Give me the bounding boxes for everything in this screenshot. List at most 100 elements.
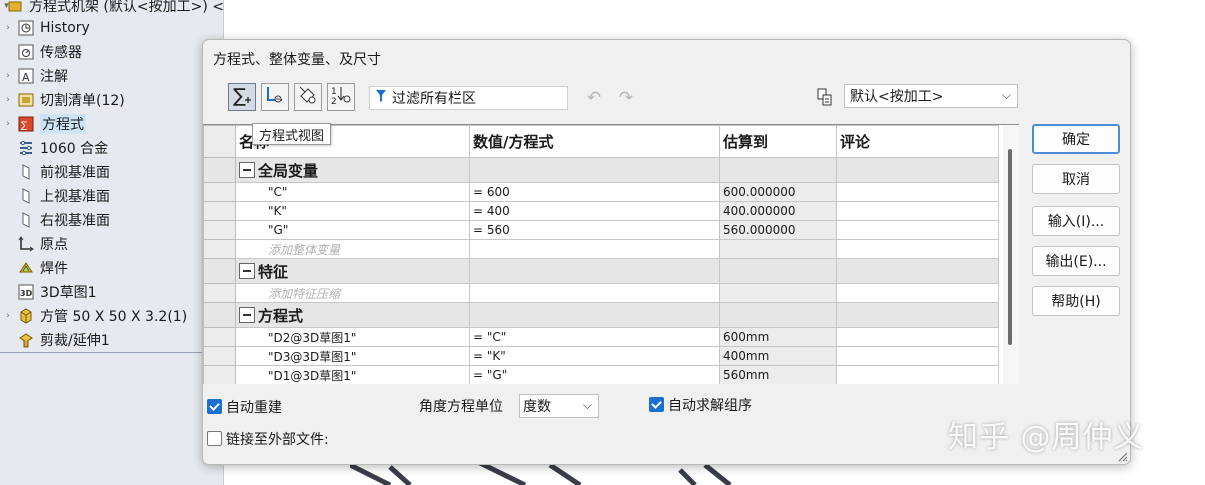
- section-header[interactable]: 特征: [235, 258, 470, 284]
- expand-arrow-icon[interactable]: ›: [2, 71, 14, 81]
- tree-item-sensors[interactable]: 传感器: [0, 40, 223, 64]
- tree-item-material[interactable]: 1060 合金: [0, 136, 223, 160]
- add-feature-suppression-cell[interactable]: 添加特征压缩: [235, 283, 470, 303]
- tree-item-label: 右视基准面: [40, 213, 110, 229]
- tree-item-structural-member[interactable]: › 方管 50 X 50 X 3.2(1): [0, 304, 223, 328]
- collapse-icon[interactable]: [239, 306, 255, 323]
- cancel-button[interactable]: 取消: [1032, 164, 1120, 194]
- redo-button[interactable]: ↷: [615, 87, 637, 109]
- undo-button[interactable]: ↶: [583, 87, 605, 109]
- table-row[interactable]: "K" = 400 400.000000: [203, 201, 999, 221]
- dialog-title: 方程式、整体变量、及尺寸: [213, 52, 381, 68]
- tree-item-right-plane[interactable]: 右视基准面: [0, 208, 223, 232]
- svg-text:3D: 3D: [20, 289, 33, 298]
- filter-placeholder: 过滤所有栏区: [392, 91, 476, 107]
- variable-value[interactable]: = 560: [469, 220, 720, 240]
- tree-item-label: 焊件: [40, 261, 68, 277]
- angle-unit-value: 度数: [523, 399, 551, 415]
- equation-view-button[interactable]: ∑: [228, 83, 256, 111]
- comment-cell[interactable]: [836, 327, 999, 347]
- equation-view-icon: ∑: [231, 84, 253, 110]
- comment-cell[interactable]: [836, 220, 999, 240]
- import-button[interactable]: 输入(I)...: [1032, 206, 1120, 236]
- auto-solve-label: 自动求解组序: [668, 398, 752, 414]
- dimension-view-button[interactable]: [294, 83, 322, 111]
- tree-item-front-plane[interactable]: 前视基准面: [0, 160, 223, 184]
- section-title: 特征: [258, 262, 289, 281]
- comment-cell[interactable]: [836, 346, 999, 366]
- sketch-equation-view-icon: [264, 84, 286, 110]
- equation-name[interactable]: "D1@3D草图1": [235, 365, 470, 384]
- expand-arrow-icon[interactable]: ›: [2, 23, 14, 33]
- link-external-checkbox[interactable]: [207, 431, 222, 446]
- tree-item-cut-list[interactable]: › 切割清单(12): [0, 88, 223, 112]
- equation-name[interactable]: "D2@3D草图1": [235, 327, 470, 347]
- tree-item-history[interactable]: › History: [0, 16, 223, 40]
- tree-item-weldment[interactable]: 焊件: [0, 256, 223, 280]
- table-row[interactable]: "C" = 600 600.000000: [203, 182, 999, 202]
- section-header[interactable]: 方程式: [235, 302, 470, 328]
- equation-value[interactable]: = "C": [469, 327, 720, 347]
- tree-item-trim-extend[interactable]: 剪裁/延伸1: [0, 328, 223, 352]
- evaluates-to: 600.000000: [719, 182, 837, 202]
- plane-icon: [18, 212, 34, 228]
- tree-item-label: 原点: [40, 237, 68, 253]
- comment-cell[interactable]: [836, 365, 999, 384]
- table-row[interactable]: "D2@3D草图1" = "C" 600mm: [203, 327, 999, 347]
- equations-dialog: 方程式、整体变量、及尺寸 ∑ 12 过滤所有栏区 ↶ ↷ 默认<按加工> ⌵ 数…: [202, 39, 1131, 465]
- auto-solve-checkbox[interactable]: [649, 397, 664, 412]
- equation-value[interactable]: = "K": [469, 346, 720, 366]
- ok-button[interactable]: 确定: [1032, 124, 1120, 154]
- angle-unit-select[interactable]: 度数 ⌵: [519, 394, 599, 418]
- cut-list-icon: [18, 92, 34, 108]
- tree-item-top-plane[interactable]: 上视基准面: [0, 184, 223, 208]
- sketch-equation-view-button[interactable]: [261, 83, 289, 111]
- tree-item-label: 方程式: [40, 114, 86, 134]
- table-scrollbar[interactable]: [1003, 125, 1019, 384]
- table-row[interactable]: "D1@3D草图1" = "G" 560mm: [203, 365, 999, 384]
- tree-item-annotations[interactable]: › A 注解: [0, 64, 223, 88]
- configuration-select[interactable]: 默认<按加工> ⌵: [844, 84, 1018, 108]
- column-header-value[interactable]: 数值/方程式: [469, 125, 720, 158]
- tree-rollback-bar[interactable]: [0, 352, 223, 353]
- tree-item-label: 3D草图1: [40, 285, 97, 301]
- add-global-variable-cell[interactable]: 添加整体变量: [235, 239, 470, 259]
- table-row[interactable]: "G" = 560 560.000000: [203, 220, 999, 240]
- evaluates-to: 400.000000: [719, 201, 837, 221]
- equation-value[interactable]: = "G": [469, 365, 720, 384]
- comment-cell[interactable]: [836, 201, 999, 221]
- export-button[interactable]: 输出(E)...: [1032, 246, 1120, 276]
- expand-arrow-icon[interactable]: ›: [2, 119, 14, 129]
- variable-value[interactable]: = 400: [469, 201, 720, 221]
- tree-item-equations[interactable]: › ∑ 方程式: [0, 112, 223, 136]
- scrollbar-thumb[interactable]: [1008, 149, 1012, 345]
- collapse-icon[interactable]: [239, 161, 255, 178]
- watermark: 知乎 @周仲义: [948, 420, 1145, 455]
- variable-name[interactable]: "C": [235, 182, 470, 202]
- auto-rebuild-checkbox[interactable]: [207, 399, 222, 414]
- add-row[interactable]: 添加整体变量: [203, 239, 999, 259]
- tree-item-label: 1060 合金: [40, 141, 109, 157]
- expand-arrow-icon[interactable]: ›: [2, 311, 14, 321]
- collapse-icon[interactable]: [239, 262, 255, 279]
- tree-item-3d-sketch[interactable]: 3D 3D草图1: [0, 280, 223, 304]
- tree-item-origin[interactable]: 原点: [0, 232, 223, 256]
- equations-icon: ∑: [18, 116, 34, 132]
- ordered-view-button[interactable]: 12: [327, 83, 355, 111]
- comment-cell[interactable]: [836, 182, 999, 202]
- section-equations: 方程式: [203, 302, 999, 328]
- variable-name[interactable]: "G": [235, 220, 470, 240]
- section-header[interactable]: 全局变量: [235, 157, 470, 183]
- equation-name[interactable]: "D3@3D草图1": [235, 346, 470, 366]
- column-header-evaluates[interactable]: 估算到: [719, 125, 837, 158]
- help-button[interactable]: 帮助(H): [1032, 286, 1120, 316]
- table-row[interactable]: "D3@3D草图1" = "K" 400mm: [203, 346, 999, 366]
- column-header-comment[interactable]: 评论: [836, 125, 999, 158]
- filter-input[interactable]: 过滤所有栏区: [369, 86, 568, 110]
- expand-arrow-icon[interactable]: ›: [2, 95, 14, 105]
- row-header-corner: [203, 125, 236, 158]
- redo-icon: ↷: [618, 88, 634, 108]
- add-row[interactable]: 添加特征压缩: [203, 283, 999, 303]
- variable-name[interactable]: "K": [235, 201, 470, 221]
- variable-value[interactable]: = 600: [469, 182, 720, 202]
